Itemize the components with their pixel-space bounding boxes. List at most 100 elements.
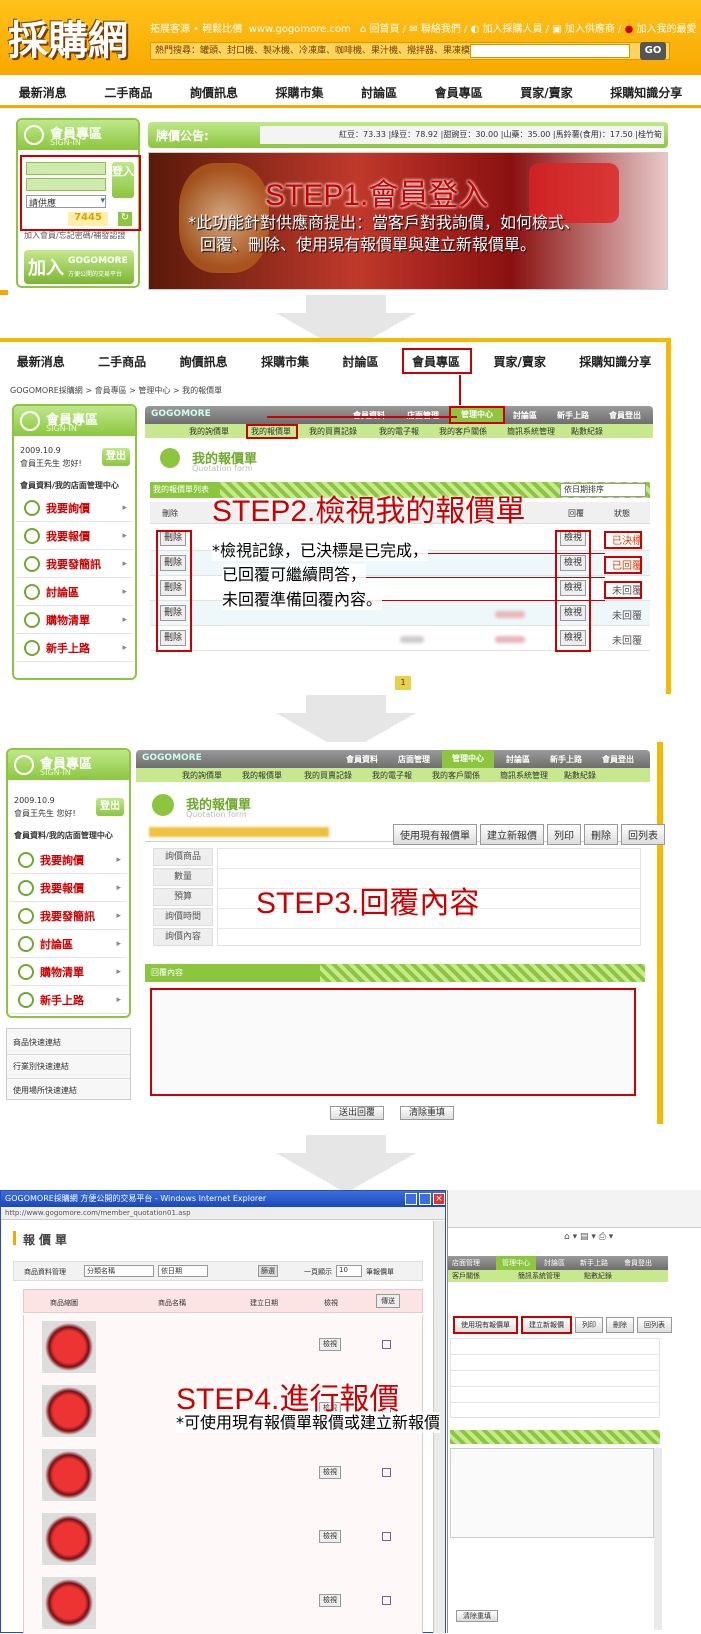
delete-button[interactable]: 刪除 xyxy=(584,824,618,845)
submit-reply-button[interactable]: 送出回覆 xyxy=(330,1106,384,1120)
sidebar-item-inquiry[interactable]: 我要詢價 ▸ xyxy=(10,846,127,874)
nav2-forum[interactable]: 討論區 xyxy=(339,353,383,370)
minimize-icon[interactable] xyxy=(405,1193,417,1205)
date-select[interactable]: 依日期 xyxy=(158,1265,208,1277)
nav-knowledge[interactable]: 採購知識分享 xyxy=(606,84,686,101)
top-tab-profile[interactable]: 會員資料 xyxy=(346,754,378,765)
nav2-buyer-seller[interactable]: 買家/賣家 xyxy=(489,353,549,370)
reply-textarea[interactable] xyxy=(150,988,636,1096)
sidebar-item-newbie[interactable]: 新手上路 ▸ xyxy=(16,634,133,662)
sort-select[interactable]: 依日期排序 xyxy=(560,483,646,497)
nav2-knowledge[interactable]: 採購知識分享 xyxy=(575,353,655,370)
nav2-inquiry[interactable]: 詢價訊息 xyxy=(176,353,232,370)
sidebar-item-inquiry[interactable]: 我要詢價 ▸ xyxy=(16,494,133,522)
sidebar-item-sms[interactable]: 我要發簡訊 ▸ xyxy=(10,902,127,930)
nav-inquiry[interactable]: 詢價訊息 xyxy=(186,84,242,101)
sidebar-item-forum[interactable]: 討論區 ▸ xyxy=(16,578,133,606)
top-tab-admin[interactable]: 管理中心 xyxy=(442,750,494,768)
sidebar-item-cart[interactable]: 購物清單 ▸ xyxy=(10,958,127,986)
top-tab-logout[interactable]: 會員登出 xyxy=(609,410,641,421)
scrollbar[interactable] xyxy=(654,1448,662,1630)
member-links[interactable]: 加入會員/忘記密碼/補發認證 xyxy=(24,230,125,241)
select-checkbox[interactable] xyxy=(382,1340,391,1349)
sidebar-item-sms[interactable]: 我要發簡訊 ▸ xyxy=(16,550,133,578)
view-button[interactable]: 檢視 xyxy=(319,1338,341,1351)
maximize-icon[interactable] xyxy=(419,1193,431,1205)
reset-button[interactable]: 清除重填 xyxy=(456,1610,498,1622)
sub-newsletter[interactable]: 我的電子報 xyxy=(379,426,419,437)
sub-points[interactable]: 點數紀錄 xyxy=(571,426,603,437)
print-button[interactable]: 列印 xyxy=(575,1317,603,1333)
select-checkbox[interactable] xyxy=(382,1596,391,1605)
sidebar-item-newbie[interactable]: 新手上路 ▸ xyxy=(10,986,127,1014)
delete-button[interactable]: 刪除 xyxy=(606,1317,634,1333)
close-icon[interactable]: × xyxy=(433,1193,445,1205)
top-tab-newbie[interactable]: 新手上路 xyxy=(550,754,582,765)
nav-member[interactable]: 會員專區 xyxy=(431,84,487,101)
pagination-current[interactable]: 1 xyxy=(395,676,411,690)
new-quote-button[interactable]: 建立新報價 xyxy=(480,824,544,845)
view-button[interactable]: 檢視 xyxy=(319,1466,341,1479)
sub-my-trades[interactable]: 我的買賣記錄 xyxy=(309,426,357,437)
use-existing-quote-button[interactable]: 使用現有報價單 xyxy=(453,1316,518,1334)
nav2-market[interactable]: 採購市集 xyxy=(257,353,313,370)
top-tab-forum[interactable]: 討論區 xyxy=(506,754,530,765)
sidebar-item-cart[interactable]: 購物清單 ▸ xyxy=(16,606,133,634)
logout-button[interactable]: 登出 xyxy=(96,798,124,816)
nav2-secondhand[interactable]: 二手商品 xyxy=(94,353,150,370)
nav-secondhand[interactable]: 二手商品 xyxy=(100,84,156,101)
sub-my-inquiry[interactable]: 我的詢價單 xyxy=(189,426,229,437)
view-button[interactable]: 檢視 xyxy=(319,1594,341,1607)
view-button[interactable]: 檢視 xyxy=(319,1530,341,1543)
contact-link[interactable]: ✉ 聯絡我們 xyxy=(409,24,461,35)
join-supplier-link[interactable]: ▣ 加入供應商 xyxy=(552,24,615,35)
use-existing-quote-button[interactable]: 使用現有報價單 xyxy=(393,824,477,845)
print-button[interactable]: 列印 xyxy=(547,824,581,845)
nav-forum[interactable]: 討論區 xyxy=(357,84,401,101)
nav-market[interactable]: 採購市集 xyxy=(272,84,328,101)
sidebar-item-quote[interactable]: 我要報價 ▸ xyxy=(16,522,133,550)
sub-crm[interactable]: 我的客戶關係 xyxy=(432,770,480,781)
sub-sms[interactable]: 簡訊系統管理 xyxy=(507,426,555,437)
logout-button[interactable]: 登出 xyxy=(102,448,130,466)
search-go-button[interactable]: GO xyxy=(640,42,666,60)
quick-link-venue[interactable]: 使用場所快速連結 xyxy=(7,1079,130,1102)
back-to-list-button[interactable]: 回列表 xyxy=(637,1317,672,1333)
search-input[interactable] xyxy=(470,44,630,58)
sidebar-item-forum[interactable]: 討論區 ▸ xyxy=(10,930,127,958)
sub-crm[interactable]: 我的客戶關係 xyxy=(439,426,487,437)
nav-buyer-seller[interactable]: 買家/賣家 xyxy=(516,84,576,101)
new-quote-button[interactable]: 建立新報價 xyxy=(521,1316,572,1334)
sub-my-inquiry[interactable]: 我的詢價單 xyxy=(182,770,222,781)
reset-button[interactable]: 清除重填 xyxy=(400,1106,454,1120)
favorite-link[interactable]: ● 加入我的最愛 xyxy=(625,24,697,35)
sub-sms[interactable]: 簡訊系統管理 xyxy=(500,770,548,781)
sub-my-trades[interactable]: 我的買賣記錄 xyxy=(304,770,352,781)
top-tab-newbie[interactable]: 新手上路 xyxy=(557,410,589,421)
sidebar-item-quote[interactable]: 我要報價 ▸ xyxy=(10,874,127,902)
sub-my-quote[interactable]: 我的報價單 xyxy=(242,770,282,781)
per-page-select[interactable]: 10 xyxy=(336,1265,362,1277)
home-link[interactable]: ⌂ 回首頁 xyxy=(360,24,400,35)
nav-news[interactable]: 最新消息 xyxy=(15,84,71,101)
filter-button[interactable]: 篩選 xyxy=(258,1265,278,1277)
quick-link-industry[interactable]: 行業別快速連結 xyxy=(7,1055,130,1079)
back-to-list-button[interactable]: 回列表 xyxy=(621,824,665,845)
category-select[interactable]: 分類名稱 xyxy=(84,1265,154,1277)
top-tab-store[interactable]: 店面管理 xyxy=(398,754,430,765)
join-buyer-link[interactable]: ◐ 加入採購人員 xyxy=(471,24,543,35)
reply-textarea[interactable] xyxy=(450,1448,654,1538)
quick-link-product[interactable]: 商品快速連結 xyxy=(7,1029,130,1055)
address-bar[interactable]: http://www.gogomore.com/member_quotation… xyxy=(1,1207,445,1220)
circle-icon xyxy=(24,499,40,516)
send-button[interactable]: 傳送 xyxy=(376,1294,400,1308)
top-tab-forum[interactable]: 討論區 xyxy=(513,410,537,421)
join-banner[interactable]: 加入 GOGOMORE 方便公開的交易平台 xyxy=(24,250,134,284)
nav2-news[interactable]: 最新消息 xyxy=(13,353,69,370)
site-logo[interactable]: 採購網 xyxy=(8,8,148,70)
sub-points[interactable]: 點數紀錄 xyxy=(564,770,596,781)
select-checkbox[interactable] xyxy=(382,1468,391,1477)
top-tab-logout[interactable]: 會員登出 xyxy=(602,754,634,765)
select-checkbox[interactable] xyxy=(382,1532,391,1541)
sub-newsletter[interactable]: 我的電子報 xyxy=(372,770,412,781)
